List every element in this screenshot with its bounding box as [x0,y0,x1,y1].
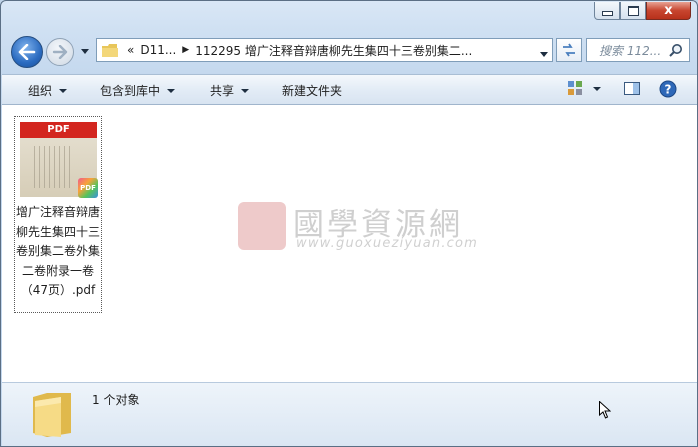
pdf-thumb-label: PDF [20,122,97,138]
forward-arrow-icon [52,45,68,59]
breadcrumb-overflow[interactable]: « [127,43,134,57]
watermark-seal-icon [238,202,286,250]
breadcrumb: « D11... ▶ 112295 增广注释音辩唐柳先生集四十三卷别集二... [118,42,472,59]
address-dropdown-button[interactable] [540,46,548,60]
organize-button[interactable]: 组织 [28,82,68,99]
minimize-button[interactable] [594,2,620,20]
new-folder-label: 新建文件夹 [282,84,343,98]
chevron-down-icon [241,88,250,93]
watermark-url: www.guoxueziyuan.com [296,236,479,251]
search-box[interactable]: 搜索 112... [586,38,690,62]
chevron-down-icon [540,52,548,57]
new-folder-button[interactable]: 新建文件夹 [282,82,342,99]
details-pane: 1 个对象 [2,382,697,446]
preview-pane-icon [624,82,640,95]
close-button[interactable]: x [646,2,691,20]
recent-pages-dropdown[interactable] [79,44,91,58]
caption-buttons: x [594,2,691,20]
refresh-icon [563,43,575,57]
folder-icon [102,43,118,57]
minimize-icon [601,11,613,16]
chevron-down-icon [59,88,68,93]
share-button[interactable]: 共享 [210,82,250,99]
include-in-library-label: 包含到库中 [100,84,161,98]
help-button[interactable]: ? [659,80,677,101]
file-item[interactable]: PDF PDF 增广注释音辩唐柳先生集四十三卷别集二卷外集二卷附录一卷（47页）… [14,116,102,313]
share-label: 共享 [210,84,235,98]
forward-button[interactable] [46,38,74,66]
maximize-icon [627,5,639,16]
search-icon[interactable] [669,43,683,60]
folder-icon [31,391,73,442]
view-icon [568,81,601,95]
explorer-window: x « D11... ▶ 112295 增广注释音辩唐柳先生集四十三卷别集二..… [0,0,698,447]
file-list-pane[interactable]: PDF PDF 增广注释音辩唐柳先生集四十三卷别集二卷外集二卷附录一卷（47页）… [2,105,697,382]
preview-pane-button[interactable] [623,80,641,101]
search-input[interactable]: 搜索 112... [599,42,663,59]
mouse-cursor-icon [599,400,612,422]
help-icon: ? [659,80,677,98]
change-view-button[interactable] [568,80,604,101]
pdf-thumbnail: PDF PDF [20,122,98,198]
back-arrow-icon [18,44,36,60]
chevron-down-icon [81,48,89,54]
address-bar[interactable]: « D11... ▶ 112295 增广注释音辩唐柳先生集四十三卷别集二... [96,38,553,62]
maximize-button[interactable] [620,2,646,20]
breadcrumb-item[interactable]: 112295 增广注释音辩唐柳先生集四十三卷别集二... [195,42,472,59]
svg-text:?: ? [665,83,672,97]
pdf-badge-icon: PDF [78,178,98,198]
include-in-library-button[interactable]: 包含到库中 [100,82,176,99]
item-count: 1 个对象 [92,393,140,407]
command-bar: 组织 包含到库中 共享 新建文件夹 ? [2,74,697,105]
close-icon: x [664,3,673,18]
organize-label: 组织 [28,84,53,98]
back-button[interactable] [11,36,43,68]
chevron-down-icon [167,88,176,93]
refresh-button[interactable] [556,38,582,62]
breadcrumb-separator-icon[interactable]: ▶ [182,45,189,55]
breadcrumb-item[interactable]: D11... [140,43,176,57]
file-name: 增广注释音辩唐柳先生集四十三卷别集二卷外集二卷附录一卷（47页）.pdf [15,205,100,297]
